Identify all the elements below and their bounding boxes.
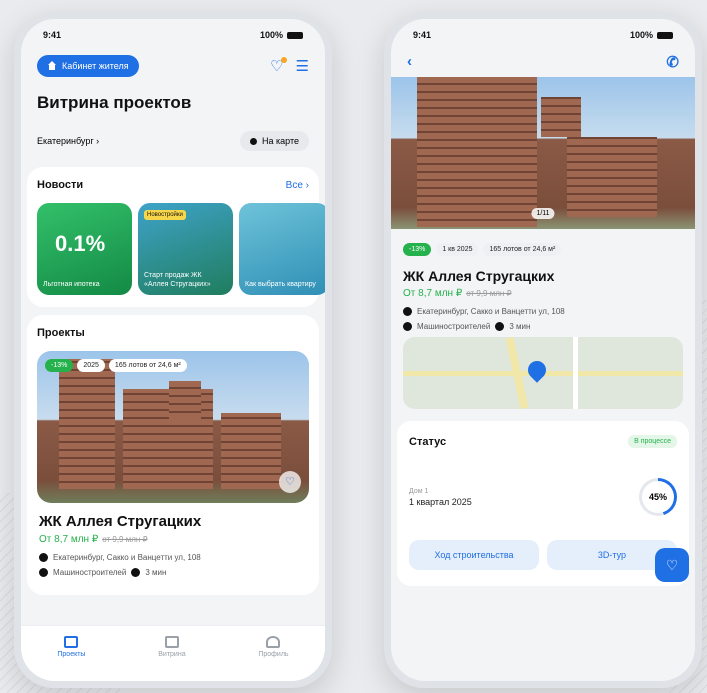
building-shape <box>221 413 281 489</box>
project-name: ЖК Аллея Стругацких <box>39 513 202 530</box>
status-time: 9:41 <box>413 30 432 40</box>
news-all-link[interactable]: Все › <box>286 180 309 191</box>
project-price: От 8,7 млн ₽ <box>39 534 99 545</box>
person-icon <box>266 636 281 648</box>
showcase-icon <box>164 636 179 648</box>
metro-icon <box>39 568 48 577</box>
project-address: Екатеринбург, Сакко и Ванцетти ул, 108 <box>417 307 565 316</box>
project-metro: Машиностроителей <box>417 322 491 331</box>
chevron-right-icon: › <box>96 136 100 146</box>
story-caption: Как выбрать квартиру <box>245 280 316 288</box>
home-icon <box>47 61 57 71</box>
project-address: Екатеринбург, Сакко и Ванцетти ул, 108 <box>53 553 201 562</box>
story-rate: 0.1% <box>55 231 106 256</box>
building-shape <box>169 381 201 419</box>
detail-nav: ‹ ✆ <box>391 51 695 77</box>
favorite-heart-icon[interactable]: ♡ <box>279 471 301 493</box>
lots-chip: 165 лотов от 24,6 м² <box>483 243 562 256</box>
project-photo: -13% 2025 165 лотов от 24,6 м² ♡ <box>37 351 309 503</box>
projects-section: Проекты -13% 2025 165 лотов от 24,6 м² ♡… <box>27 315 319 595</box>
address-icon <box>403 307 412 316</box>
news-section: Новости Все › 0.1% Льготная ипотека Ново… <box>27 167 325 307</box>
story-caption: Льготная ипотека <box>43 280 100 288</box>
status-bar: 9:41 100% <box>391 19 695 51</box>
battery-icon <box>657 31 673 39</box>
top-bar: Кабинет жителя ♡ ☰ <box>21 51 325 77</box>
back-arrow-icon[interactable]: ‹ <box>407 53 412 71</box>
tab-bar: Проекты Витрина Профиль <box>21 625 325 681</box>
building-shape <box>567 137 657 217</box>
project-name: ЖК Аллея Стругацких <box>403 268 555 284</box>
projects-title: Проекты <box>37 327 85 339</box>
map-road <box>573 337 578 409</box>
tab-profile[interactable]: Профиль <box>258 636 289 658</box>
battery-icon <box>287 31 303 39</box>
map-button[interactable]: На карте <box>240 131 309 151</box>
news-title: Новости <box>37 179 84 191</box>
phone-icon[interactable]: ✆ <box>666 53 679 71</box>
construction-progress-button[interactable]: Ход строительства <box>409 540 539 570</box>
battery-label: 100% <box>629 30 653 40</box>
project-old-price: от 9,9 млн ₽ <box>102 535 148 544</box>
status-time: 9:41 <box>43 30 62 40</box>
address-icon <box>39 553 48 562</box>
location-map[interactable] <box>403 337 683 409</box>
battery-label: 100% <box>259 30 283 40</box>
favorites-heart-icon[interactable]: ♡ <box>270 57 288 75</box>
status-title: Статус <box>409 435 447 448</box>
story-card[interactable]: Новостройки Старт продаж ЖК «Аллея Струг… <box>138 203 233 295</box>
screen-project-detail: 9:41 100% ‹ ✆ 1/11 -13% 1 кв 2025 165 ло… <box>391 19 695 681</box>
project-hero-photo[interactable]: 1/11 <box>391 77 695 229</box>
year-chip: 2025 <box>77 359 105 372</box>
project-metro: Машиностроителей <box>53 568 127 577</box>
buildings-icon <box>64 636 79 648</box>
status-badge: В процессе <box>628 435 677 448</box>
story-tag: Новостройки <box>144 210 186 220</box>
building-shape <box>59 359 115 489</box>
tab-projects[interactable]: Проекты <box>57 636 85 658</box>
cabinet-button[interactable]: Кабинет жителя <box>37 55 139 77</box>
status-card: Статус В процессе Дом 1 1 квартал 2025 4… <box>397 421 689 586</box>
walk-icon <box>131 568 141 577</box>
project-walk: 3 мин <box>145 568 167 577</box>
page-title: Витрина проектов <box>37 93 192 112</box>
discount-chip: -13% <box>45 359 74 372</box>
phone-left: 9:41 100% Кабинет жителя ♡ ☰ Витрина про… <box>14 12 332 688</box>
cabinet-button-label: Кабинет жителя <box>62 61 129 71</box>
location-pin-icon <box>250 137 258 145</box>
story-card[interactable]: 0.1% Льготная ипотека <box>37 203 132 295</box>
discount-chip: -13% <box>403 243 432 256</box>
filter-icon[interactable]: ☰ <box>296 57 309 75</box>
project-walk: 3 мин <box>509 322 531 331</box>
stories-row: 0.1% Льготная ипотека Новостройки Старт … <box>37 203 325 295</box>
phone-right: 9:41 100% ‹ ✆ 1/11 -13% 1 кв 2025 165 ло… <box>384 12 702 688</box>
deadline-label: 1 квартал 2025 <box>409 496 472 507</box>
favorite-heart-icon[interactable]: ♡ <box>655 548 689 582</box>
photo-counter: 1/11 <box>531 208 555 219</box>
walk-icon <box>495 322 505 331</box>
city-selector[interactable]: Екатеринбург › <box>37 136 99 146</box>
story-caption: Старт продаж ЖК «Аллея Стругацких» <box>144 272 211 288</box>
progress-value: 45% <box>642 481 674 513</box>
status-bar: 9:41 100% <box>21 19 325 51</box>
project-old-price: от 9,9 млн ₽ <box>466 289 512 298</box>
screen-showcase: 9:41 100% Кабинет жителя ♡ ☰ Витрина про… <box>21 19 325 681</box>
building-shape <box>541 97 581 137</box>
metro-icon <box>403 322 412 331</box>
house-label: Дом 1 <box>409 487 429 495</box>
project-price: От 8,7 млн ₽ <box>403 288 463 299</box>
tab-showcase[interactable]: Витрина <box>158 636 186 658</box>
building-shape <box>417 77 537 227</box>
lots-chip: 165 лотов от 24,6 м² <box>108 359 187 372</box>
story-card[interactable]: Как выбрать квартиру <box>239 203 325 295</box>
deadline-chip: 1 кв 2025 <box>436 243 479 256</box>
progress-ring: 45% <box>639 478 677 516</box>
project-card[interactable]: -13% 2025 165 лотов от 24,6 м² ♡ ЖК Алле… <box>37 351 309 577</box>
city-row: Екатеринбург › На карте <box>21 123 325 159</box>
map-pin-icon <box>524 357 550 383</box>
